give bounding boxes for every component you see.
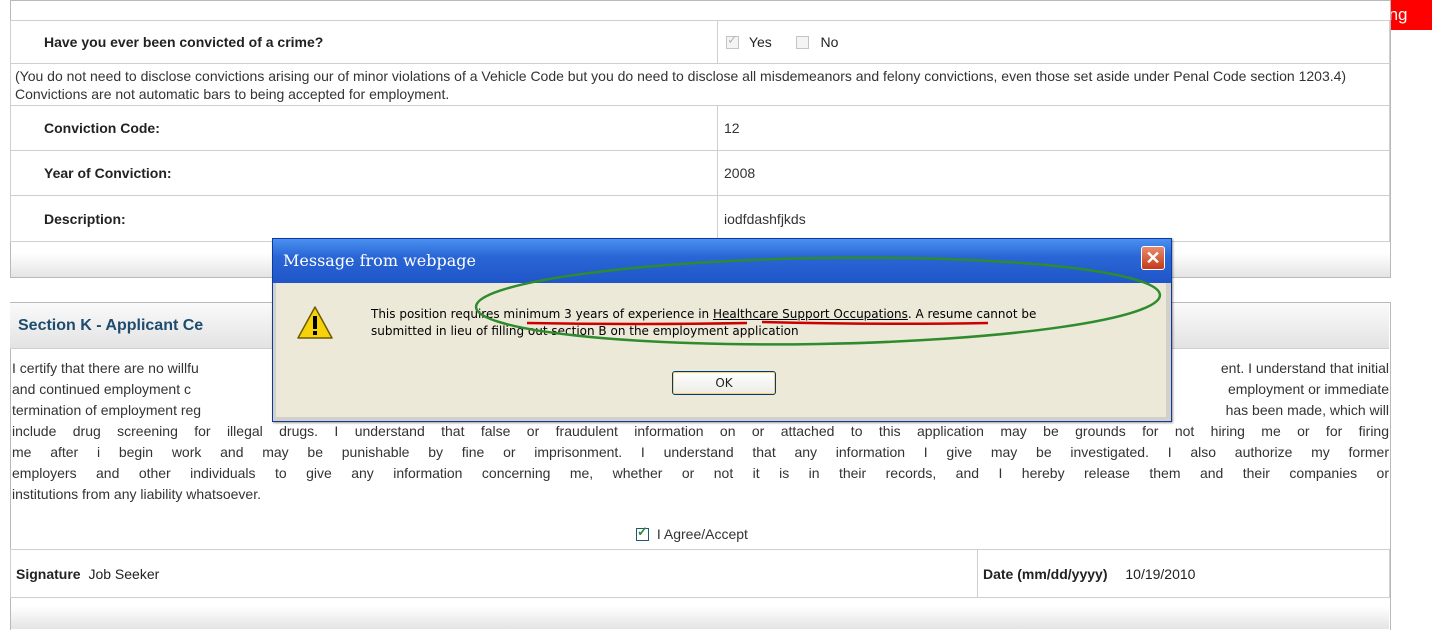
signature-cell: Signature Job Seeker [10,549,978,598]
no-label: No [820,34,839,50]
date-label: Date (mm/dd/yyyy) [983,565,1108,582]
dialog-title: Message from webpage [273,239,1171,283]
agree-row: ✓ I Agree/Accept [636,525,748,542]
dialog-message: This position requires minimum 3 years o… [371,306,1161,340]
no-checkbox[interactable] [795,36,809,49]
description-value: iodfdashfjkds [717,195,1390,242]
yes-checkbox[interactable]: ✓ [726,33,739,49]
dialog-body: This position requires minimum 3 years o… [276,283,1166,417]
dialog-message-line-2: submitted in lieu of filling out section… [371,324,799,338]
ok-button[interactable]: OK [672,371,776,395]
conviction-year-value: 2008 [717,150,1390,196]
cert-line-right-fragment: has been made, which will [1225,402,1389,418]
cert-line-right-fragment: ent. I understand that initial [1220,360,1389,376]
description-label: Description: [10,195,718,242]
cert-line: include drug screening for illegal drugs… [12,423,1389,439]
section-k-footer-bar [11,606,1389,629]
close-icon[interactable]: ✕ [1141,246,1165,270]
cert-line: institutions from any liability whatsoev… [12,486,261,502]
conviction-disclosure-note: (You do not need to disclose convictions… [10,63,1390,106]
crime-answer-cell: ✓ Yes No [717,20,1390,64]
message-dialog: Message from webpage ✕ This position req… [272,238,1172,422]
signature-label: Signature [16,565,81,582]
crime-question: Have you ever been convicted of a crime? [10,20,718,64]
warning-icon [297,306,333,339]
conviction-code-label: Conviction Code: [10,105,718,151]
date-value: 10/19/2010 [1125,565,1196,582]
cert-line: me after i begin work and may be punisha… [12,444,1389,460]
crime-table: Have you ever been convicted of a crime?… [10,20,1390,242]
conviction-code-value: 12 [717,105,1390,151]
signature-table: Signature Job Seeker Date (mm/dd/yyyy) 1… [10,549,1390,598]
dialog-message-line-1: This position requires minimum 3 years o… [371,307,1037,321]
yes-label: Yes [748,34,772,50]
agree-checkbox[interactable]: ✓ [636,525,649,541]
cert-line-right-fragment: employment or immediate [1227,381,1389,397]
signature-value: Job Seeker [88,565,160,582]
date-cell: Date (mm/dd/yyyy) 10/19/2010 [977,549,1390,598]
cert-line: employers and other individuals to give … [12,465,1389,481]
conviction-year-label: Year of Conviction: [10,150,718,196]
agree-label: I Agree/Accept [656,526,748,542]
